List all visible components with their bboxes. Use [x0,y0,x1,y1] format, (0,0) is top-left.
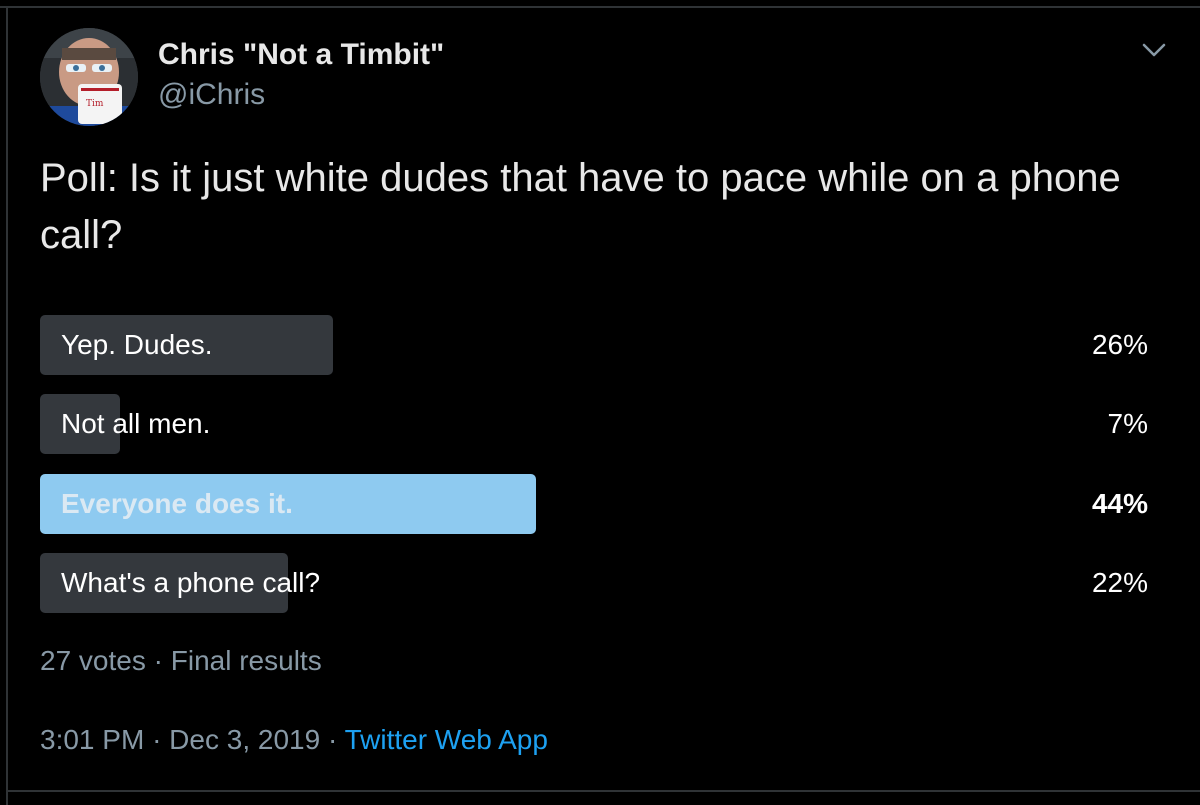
vote-count: 27 votes [40,645,146,676]
separator: · [152,724,162,755]
poll-option-percent: 7% [1107,408,1148,439]
tweet-text: Poll: Is it just white dudes that have t… [40,156,1121,257]
poll-option-winner[interactable]: Everyone does it. 44% [40,474,1148,534]
tweet-card: Tim Chris "Not a Timbit" @iChris Poll: I… [0,0,1200,805]
bottom-divider [6,790,1200,792]
poll-option-label: Everyone does it. [61,488,293,519]
poll-option-percent: 44% [1091,488,1148,519]
poll-option-label: Yep. Dudes. [61,329,213,360]
poll-option-percent: 26% [1091,329,1148,360]
poll-meta: 27 votes · Final results [40,645,322,677]
poll-option[interactable]: Not all men. 7% [40,394,1148,454]
display-name[interactable]: Chris "Not a Timbit" [158,38,444,72]
separator: · [327,724,338,755]
poll-option[interactable]: Yep. Dudes. 26% [40,315,1148,375]
avatar-image: Tim [40,28,138,126]
svg-text:Tim: Tim [86,99,104,109]
poll-option-label: Not all men. [61,408,211,439]
avatar[interactable]: Tim [40,28,138,126]
poll-option-label: What's a phone call? [61,567,321,598]
poll-option-percent: 22% [1091,567,1148,598]
tweet-date[interactable]: Dec 3, 2019 [169,724,320,755]
separator: · [153,645,163,676]
left-divider [6,6,8,805]
chevron-down-icon[interactable] [1141,40,1167,60]
tweet-time[interactable]: 3:01 PM [40,724,144,755]
timestamp-line: 3:01 PM · Dec 3, 2019 · Twitter Web App [40,724,548,756]
source-link[interactable]: Twitter Web App [345,724,548,755]
top-divider [0,6,1200,8]
user-handle[interactable]: @iChris [158,78,265,112]
poll-status: Final results [170,645,322,676]
poll-option[interactable]: What's a phone call? 22% [40,553,1148,613]
